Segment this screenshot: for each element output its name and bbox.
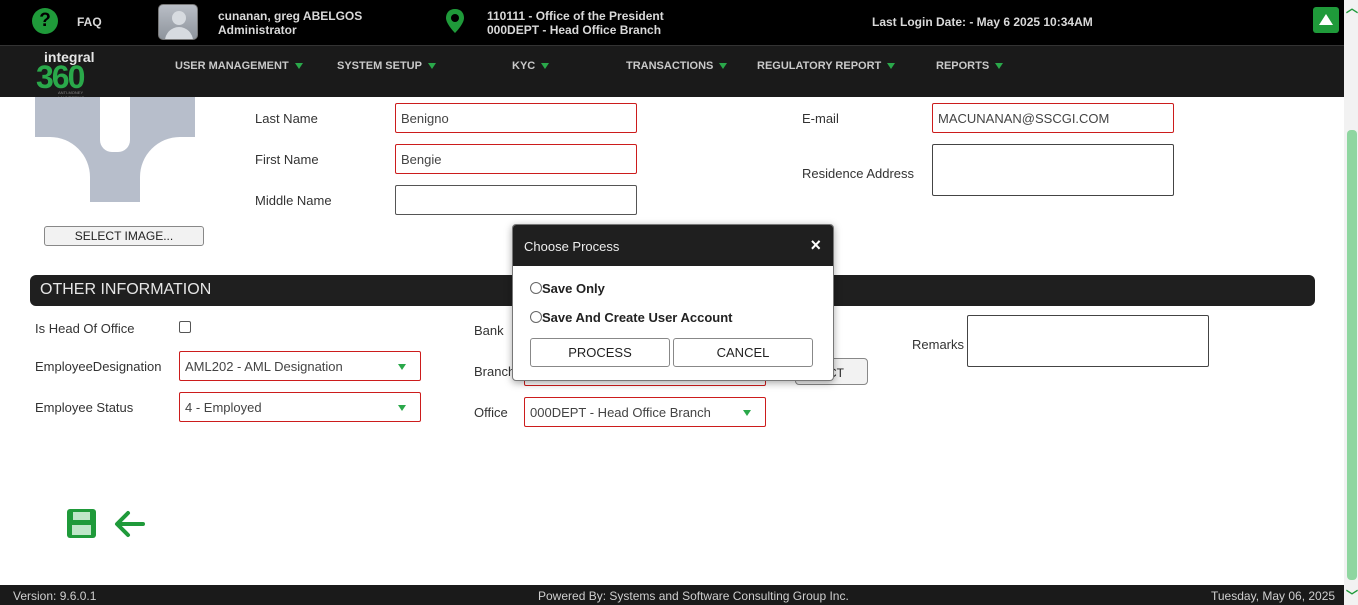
help-icon[interactable]: ? xyxy=(32,8,58,34)
scroll-up-icon[interactable]: ︿ xyxy=(1346,2,1358,14)
version-text: Version: 9.6.0.1 xyxy=(13,589,97,603)
caret-down-icon xyxy=(398,364,406,370)
footer-date: Tuesday, May 06, 2025 xyxy=(1211,589,1336,603)
nav-reports[interactable]: REPORTS xyxy=(936,60,1004,72)
caret-down-icon xyxy=(398,405,406,411)
middle-name-label: Middle Name xyxy=(255,193,332,208)
save-only-option[interactable]: Save Only xyxy=(530,281,605,296)
employee-status-select[interactable]: 4 - Employed xyxy=(179,392,421,422)
save-only-label: Save Only xyxy=(542,281,605,296)
save-create-account-label: Save And Create User Account xyxy=(542,310,733,325)
residence-address-label: Residence Address xyxy=(802,166,915,181)
save-create-account-radio[interactable] xyxy=(530,311,542,323)
employee-designation-select[interactable]: AML202 - AML Designation xyxy=(179,351,421,381)
profile-photo-placeholder xyxy=(35,97,195,202)
office-line-2: 000DEPT - Head Office Branch xyxy=(487,23,662,37)
nav-system-setup[interactable]: SYSTEM SETUP xyxy=(337,60,436,72)
employee-designation-label: EmployeeDesignation xyxy=(35,359,162,374)
dialog-header: Choose Process × xyxy=(513,225,833,266)
scroll-top-button[interactable] xyxy=(1313,7,1339,33)
caret-down-icon xyxy=(995,63,1004,70)
head-of-office-checkbox[interactable] xyxy=(179,321,191,333)
nav-kyc[interactable]: KYC xyxy=(512,60,550,72)
email-field[interactable]: MACUNANAN@SSCGI.COM xyxy=(932,103,1174,133)
last-name-field[interactable]: Benigno xyxy=(395,103,637,133)
caret-down-icon xyxy=(719,63,728,70)
powered-by-text: Powered By: Systems and Software Consult… xyxy=(538,589,849,603)
user-info: cunanan, greg ABELGOS Administrator xyxy=(218,9,362,37)
caret-down-icon xyxy=(427,63,436,70)
residence-address-field[interactable] xyxy=(932,144,1174,196)
cancel-button[interactable]: CANCEL xyxy=(673,338,813,367)
footer: Version: 9.6.0.1 Powered By: Systems and… xyxy=(0,585,1344,605)
faq-link[interactable]: FAQ xyxy=(77,15,102,29)
back-arrow-icon[interactable] xyxy=(113,509,145,539)
save-only-radio[interactable] xyxy=(530,282,542,294)
middle-name-field[interactable] xyxy=(395,185,637,215)
close-icon[interactable]: × xyxy=(810,235,821,256)
last-name-label: Last Name xyxy=(255,111,318,126)
last-login: Last Login Date: - May 6 2025 10:34AM xyxy=(872,15,1093,29)
process-button[interactable]: PROCESS xyxy=(530,338,670,367)
office-select[interactable]: 000DEPT - Head Office Branch xyxy=(524,397,766,427)
scrollbar-thumb[interactable] xyxy=(1347,130,1357,580)
choose-process-dialog: Choose Process × Save Only Save And Crea… xyxy=(512,224,834,381)
remarks-label: Remarks xyxy=(912,337,965,352)
nav-regulatory-report[interactable]: REGULATORY REPORT xyxy=(757,60,896,72)
save-icon[interactable] xyxy=(67,509,96,538)
location-pin-icon xyxy=(446,9,464,33)
user-name: cunanan, greg ABELGOS xyxy=(218,9,363,23)
nav-user-management[interactable]: USER MANAGEMENT xyxy=(175,60,303,72)
page-scrollbar[interactable]: ︿ ﹀ xyxy=(1344,0,1358,605)
caret-down-icon xyxy=(743,410,751,416)
email-label: E-mail xyxy=(802,111,839,126)
user-avatar[interactable] xyxy=(158,4,198,40)
dialog-title: Choose Process xyxy=(524,239,620,254)
caret-down-icon xyxy=(294,63,303,70)
office-line-1: 110111 - Office of the President xyxy=(487,9,664,23)
head-of-office-label: Is Head Of Office xyxy=(35,321,135,336)
save-create-account-option[interactable]: Save And Create User Account xyxy=(530,310,733,325)
first-name-field[interactable]: Bengie xyxy=(395,144,637,174)
office-info: 110111 - Office of the President 000DEPT… xyxy=(487,9,664,37)
select-image-button[interactable]: SELECT IMAGE... xyxy=(44,226,204,246)
first-name-label: First Name xyxy=(255,152,319,167)
caret-down-icon xyxy=(887,63,896,70)
top-bar: ? FAQ cunanan, greg ABELGOS Administrato… xyxy=(0,0,1344,45)
nav-transactions[interactable]: TRANSACTIONS xyxy=(626,60,728,72)
remarks-field[interactable] xyxy=(967,315,1209,367)
integral360-logo[interactable]: integral 360 ANTI-MONEY LAUNDERING xyxy=(36,49,106,100)
bank-label: Bank xyxy=(474,323,504,338)
caret-down-icon xyxy=(541,63,550,70)
branch-label: Branch xyxy=(474,364,516,379)
employee-status-label: Employee Status xyxy=(35,400,134,415)
user-role: Administrator xyxy=(218,23,297,37)
scroll-down-icon[interactable]: ﹀ xyxy=(1346,590,1358,602)
main-nav: integral 360 ANTI-MONEY LAUNDERING USER … xyxy=(0,45,1344,100)
office-label: Office xyxy=(474,405,508,420)
